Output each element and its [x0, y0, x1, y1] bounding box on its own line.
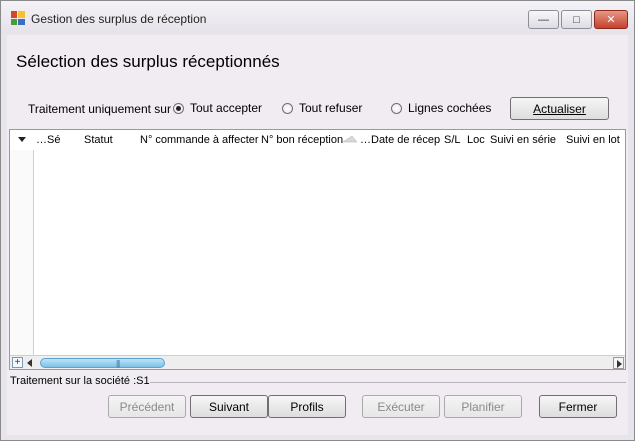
column-header-location[interactable]: Loc	[467, 134, 485, 146]
profiles-button-label: Profils	[290, 399, 324, 414]
column-header-receipt-number[interactable]: N° bon réception	[261, 134, 343, 146]
next-button-label: Suivant	[208, 399, 250, 414]
column-header-receipt-date[interactable]: …Date de récep	[360, 134, 440, 146]
previous-button[interactable]: Précédent	[108, 395, 186, 418]
plan-button[interactable]: Planifier	[444, 395, 522, 418]
close-button[interactable]: Fermer	[539, 395, 617, 418]
scrollbar-thumb[interactable]: |||	[40, 358, 165, 368]
column-header-serial-tracking[interactable]: Suivi en série	[490, 134, 556, 146]
radio-unchecked-icon	[391, 102, 402, 114]
maximize-button[interactable]: □	[561, 10, 592, 29]
grid-row-header	[10, 130, 34, 355]
close-button-label: Fermer	[558, 399, 598, 414]
plan-button-label: Planifier	[461, 399, 505, 414]
divider	[150, 382, 626, 383]
refresh-button-label: Actualiser	[533, 101, 586, 116]
profiles-button[interactable]: Profils	[268, 395, 346, 418]
scroll-right-icon[interactable]	[613, 357, 624, 369]
column-header-status[interactable]: Statut	[84, 134, 113, 146]
next-button[interactable]: Suivant	[190, 395, 268, 418]
radio-checked-lines[interactable]: Lignes cochées	[391, 101, 491, 115]
radio-accept-all[interactable]: Tout accepter	[173, 101, 262, 115]
previous-button-label: Précédent	[119, 399, 175, 414]
column-header-order-number[interactable]: N° commande à affecter	[140, 134, 259, 146]
radio-checked-lines-label: Lignes cochées	[408, 101, 492, 115]
scroll-left-icon[interactable]	[27, 359, 32, 367]
sort-indicator-icon	[343, 135, 357, 143]
column-header-seq[interactable]: …Sé	[36, 134, 60, 146]
window-title: Gestion des surplus de réception	[31, 12, 207, 26]
scroll-grip-icon: |||	[116, 359, 120, 368]
main-window: Gestion des surplus de réception — □ ✕ S…	[0, 0, 635, 441]
column-chooser-icon[interactable]	[18, 137, 26, 142]
radio-accept-all-label: Tout accepter	[190, 101, 263, 115]
radio-unchecked-icon	[282, 102, 293, 114]
close-window-button[interactable]: ✕	[594, 10, 628, 29]
app-icon	[11, 11, 25, 25]
column-header-lot-tracking[interactable]: Suivi en lot	[566, 134, 620, 146]
refresh-button[interactable]: Actualiser	[510, 97, 609, 120]
minimize-button[interactable]: —	[528, 10, 559, 29]
radio-checked-icon	[173, 102, 184, 114]
grid-header-row: …Sé Statut N° commande à affecter N° bon…	[10, 130, 625, 150]
surplus-grid[interactable]: …Sé Statut N° commande à affecter N° bon…	[9, 129, 626, 370]
minimize-icon: —	[538, 13, 549, 26]
horizontal-scrollbar[interactable]: + |||	[10, 355, 625, 369]
expand-plus-icon[interactable]: +	[12, 357, 23, 368]
maximize-icon: □	[573, 13, 580, 26]
column-header-sl[interactable]: S/L	[444, 134, 461, 146]
execute-button[interactable]: Exécuter	[362, 395, 440, 418]
execute-button-label: Exécuter	[377, 399, 425, 414]
page-title: Sélection des surplus réceptionnés	[16, 52, 280, 71]
radio-refuse-all[interactable]: Tout refuser	[282, 101, 362, 115]
radio-refuse-all-label: Tout refuser	[299, 101, 363, 115]
dialog-client-area: Sélection des surplus réceptionnés Trait…	[7, 35, 628, 435]
filter-label: Traitement uniquement sur :	[28, 102, 178, 116]
title-bar[interactable]: Gestion des surplus de réception — □ ✕	[1, 1, 634, 34]
close-icon: ✕	[606, 14, 616, 26]
company-info-label: Traitement sur la société :S1	[10, 375, 150, 387]
